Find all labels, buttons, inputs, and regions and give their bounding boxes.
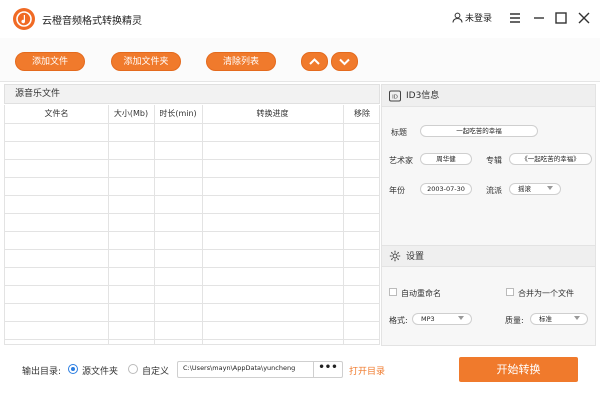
- column-header-progress[interactable]: 转换进度: [202, 105, 343, 123]
- table-row-divider: [5, 321, 379, 322]
- table-row-divider: [5, 213, 379, 214]
- year-label: 年份: [389, 186, 405, 195]
- chevron-down-icon: [339, 58, 350, 66]
- genre-value: 摇滚: [518, 185, 531, 193]
- add-file-button[interactable]: 添加文件: [15, 52, 85, 71]
- chevron-up-icon: [309, 58, 320, 65]
- table-row-divider: [5, 159, 379, 160]
- table-row-divider: [5, 339, 379, 340]
- source-files-header: 源音乐文件: [4, 84, 380, 104]
- id3-header-label: ID3信息: [406, 91, 440, 101]
- clear-list-button[interactable]: 清除列表: [206, 52, 276, 71]
- column-header-remove[interactable]: 移除: [343, 105, 379, 123]
- app-logo-icon: [13, 8, 35, 30]
- year-field[interactable]: 2003-07-30: [420, 183, 472, 195]
- merge-label: 合并为一个文件: [518, 289, 574, 298]
- column-header-filename[interactable]: 文件名: [5, 105, 108, 123]
- album-field[interactable]: 《一起吃苦的幸福》: [509, 153, 592, 165]
- table-row-divider: [5, 195, 379, 196]
- custom-folder-label: 自定义: [142, 367, 170, 377]
- auto-rename-checkbox[interactable]: [389, 288, 397, 296]
- id3-tag-icon: ID: [389, 90, 401, 102]
- toolbar: [0, 38, 600, 82]
- table-row-divider: [5, 285, 379, 286]
- artist-field[interactable]: 周华健: [420, 153, 472, 165]
- settings-section-header: 设置: [382, 245, 595, 267]
- title-field[interactable]: 一起吃苦的幸福: [420, 125, 538, 137]
- output-dir-label: 输出目录:: [22, 367, 62, 377]
- album-label: 专辑: [486, 156, 502, 165]
- source-folder-radio[interactable]: [68, 364, 78, 374]
- right-panel: ID3信息 ID 标题 一起吃苦的幸福 艺术家 周华健 专辑 《一起吃苦的幸福》…: [381, 84, 596, 346]
- id3-section-header: ID3信息: [382, 85, 595, 107]
- maximize-icon[interactable]: [552, 9, 570, 27]
- format-value: MP3: [421, 315, 435, 323]
- format-label: 格式:: [389, 316, 408, 325]
- artist-label: 艺术家: [389, 156, 413, 165]
- login-button[interactable]: 未登录: [452, 11, 492, 24]
- user-icon: [452, 12, 463, 23]
- genre-select[interactable]: 摇滚: [509, 183, 561, 195]
- source-folder-label: 源文件夹: [82, 367, 119, 377]
- settings-header-label: 设置: [406, 252, 425, 262]
- table-row-divider: [5, 303, 379, 304]
- move-up-button[interactable]: [301, 52, 328, 71]
- column-header-duration[interactable]: 时长(min): [154, 105, 202, 123]
- table-row-divider: [5, 231, 379, 232]
- quality-value: 标准: [539, 315, 552, 323]
- column-header-size[interactable]: 大小(Mb): [108, 105, 154, 123]
- app-title: 云橙音频格式转换精灵: [42, 16, 142, 27]
- chevron-down-icon: [547, 186, 553, 190]
- title-label: 标题: [391, 128, 407, 137]
- browse-button[interactable]: •••: [313, 362, 342, 377]
- table-row-divider: [5, 267, 379, 268]
- chevron-down-icon: [574, 316, 580, 320]
- genre-label: 流派: [486, 186, 502, 195]
- table-row-divider: [5, 249, 379, 250]
- chevron-down-icon: [458, 316, 464, 320]
- custom-folder-radio[interactable]: [128, 364, 138, 374]
- output-path-value: C:\Users\mayn\AppData\yuncheng: [183, 364, 296, 372]
- merge-checkbox[interactable]: [506, 288, 514, 296]
- start-convert-button[interactable]: 开始转换: [459, 357, 578, 382]
- minimize-icon[interactable]: [530, 9, 548, 27]
- svg-text:ID: ID: [392, 95, 398, 101]
- output-path-field[interactable]: C:\Users\mayn\AppData\yuncheng •••: [177, 361, 343, 378]
- table-row-divider: [5, 141, 379, 142]
- move-down-button[interactable]: [331, 52, 358, 71]
- table-row-divider: [5, 123, 379, 124]
- close-icon[interactable]: [575, 9, 593, 27]
- file-list-table[interactable]: 文件名 大小(Mb) 时长(min) 转换进度 移除: [4, 105, 380, 345]
- gear-icon: [389, 250, 401, 262]
- login-label: 未登录: [465, 14, 493, 24]
- quality-label: 质量:: [505, 316, 524, 325]
- menu-icon[interactable]: [506, 9, 524, 27]
- format-select[interactable]: MP3: [412, 313, 472, 325]
- auto-rename-label: 自动重命名: [401, 289, 441, 298]
- add-folder-button[interactable]: 添加文件夹: [111, 52, 181, 71]
- open-directory-link[interactable]: 打开目录: [349, 364, 385, 377]
- table-row-divider: [5, 177, 379, 178]
- quality-select[interactable]: 标准: [530, 313, 588, 325]
